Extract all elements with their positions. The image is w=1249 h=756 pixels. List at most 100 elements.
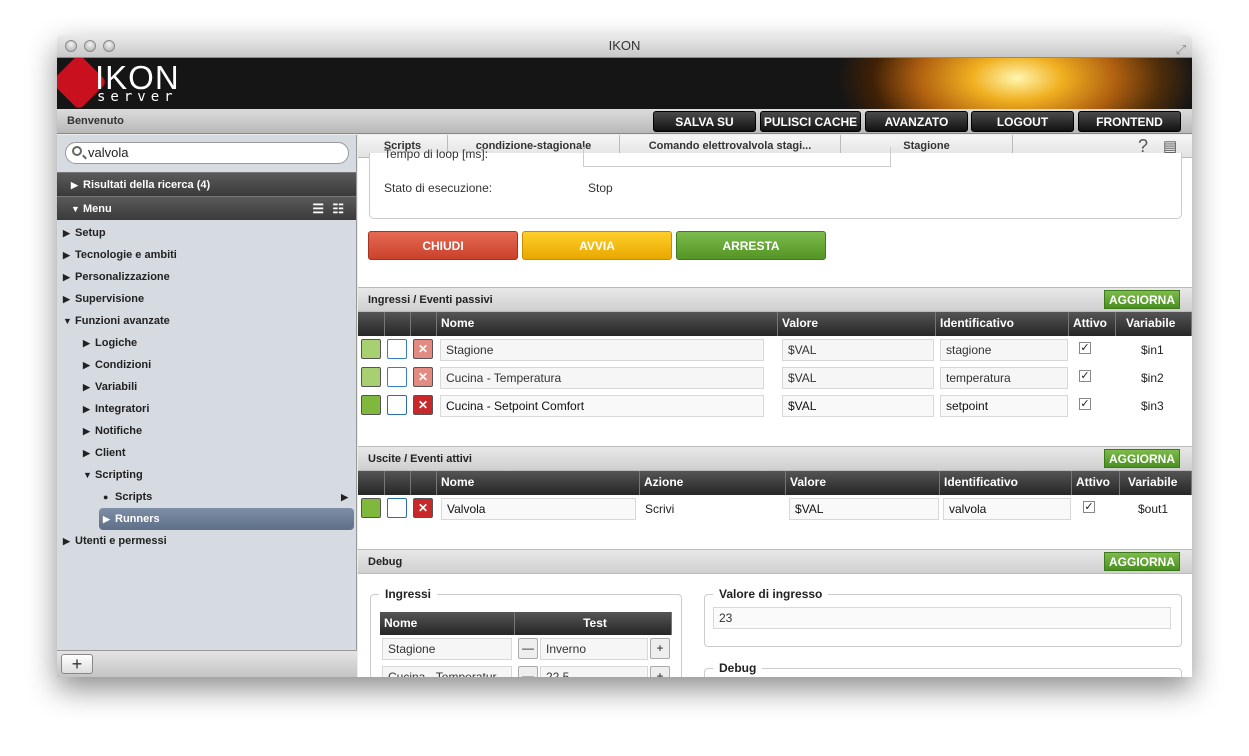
inputs-section-header: Ingressi / Eventi passivi AGGIORNA bbox=[358, 287, 1192, 312]
debug-refresh-button[interactable]: AGGIORNA bbox=[1104, 552, 1180, 571]
minus-button[interactable]: — bbox=[518, 638, 538, 659]
zoom-window-button[interactable] bbox=[103, 40, 115, 52]
input-value-field[interactable]: $VAL bbox=[782, 395, 934, 417]
list-icon[interactable] bbox=[387, 395, 407, 415]
sidebar-item-tecnologie[interactable]: ▶ Tecnologie e ambiti bbox=[57, 244, 356, 266]
start-button[interactable]: AVVIA bbox=[522, 231, 672, 260]
main-content: Scripts condizione-stagionale Comando el… bbox=[358, 135, 1192, 677]
plus-button[interactable]: + bbox=[650, 666, 670, 677]
advanced-button[interactable]: AVANZATO bbox=[865, 111, 968, 132]
edit-icon[interactable] bbox=[361, 339, 381, 359]
active-checkbox[interactable]: ✓ bbox=[1079, 398, 1091, 410]
debug-name-field: Cucina - Temperatur bbox=[382, 666, 512, 677]
debug-output-fieldset: Debug bbox=[704, 661, 1182, 677]
search-input[interactable]: valvola bbox=[65, 142, 349, 164]
inputs-refresh-button[interactable]: AGGIORNA bbox=[1104, 290, 1180, 309]
edit-icon[interactable] bbox=[361, 367, 381, 387]
delete-icon[interactable]: ✕ bbox=[413, 395, 433, 415]
sidebar-item-runners[interactable]: ▶ Runners bbox=[99, 508, 354, 530]
sidebar-item-condizioni[interactable]: ▶ Condizioni bbox=[57, 354, 356, 376]
menu-tree: ▶ Setup ▶ Tecnologie e ambiti ▶ Personalizz… bbox=[57, 220, 356, 552]
logout-button[interactable]: LOGOUT bbox=[971, 111, 1074, 132]
sidebar: valvola ▶ Risultati della ricerca (4) ▼ Me… bbox=[57, 135, 357, 677]
close-button[interactable]: CHIUDI bbox=[368, 231, 518, 260]
input-name-field[interactable]: Stagione bbox=[440, 339, 764, 361]
col-variabile: Variabile bbox=[1116, 312, 1192, 336]
output-name-field[interactable]: Valvola bbox=[441, 498, 636, 520]
input-value-field[interactable]: $VAL bbox=[782, 367, 934, 389]
table-row: ✕ Cucina - Setpoint Comfort $VAL setpoin… bbox=[358, 392, 1192, 420]
variable-label: $in2 bbox=[1141, 371, 1164, 385]
arrow-right-icon: ▶ bbox=[341, 492, 348, 502]
col-nome: Nome bbox=[437, 312, 778, 336]
edit-icon[interactable] bbox=[361, 395, 381, 415]
col-identificativo: Identificativo bbox=[936, 312, 1069, 336]
input-id-field[interactable]: stagione bbox=[940, 339, 1068, 361]
sidebar-item-scripting[interactable]: ▼ Scripting bbox=[57, 464, 356, 486]
col-attivo: Attivo bbox=[1072, 471, 1120, 495]
output-value-field[interactable]: $VAL bbox=[789, 498, 939, 520]
debug-name-field: Stagione bbox=[382, 638, 512, 660]
col-variabile: Variabile bbox=[1120, 471, 1192, 495]
search-icon bbox=[72, 146, 82, 156]
close-window-button[interactable] bbox=[65, 40, 77, 52]
input-name-field[interactable]: Cucina - Temperatura bbox=[440, 367, 764, 389]
clear-cache-button[interactable]: PULISCI CACHE bbox=[760, 111, 861, 132]
active-checkbox[interactable]: ✓ bbox=[1083, 501, 1095, 513]
input-id-field[interactable]: temperatura bbox=[940, 367, 1068, 389]
edit-icon[interactable] bbox=[361, 498, 381, 518]
sidebar-item-client[interactable]: ▶ Client bbox=[57, 442, 356, 464]
sidebar-item-integratori[interactable]: ▶ Integratori bbox=[57, 398, 356, 420]
sidebar-item-variabili[interactable]: ▶ Variabili bbox=[57, 376, 356, 398]
loop-label: Tempo di loop [ms]: bbox=[384, 147, 489, 161]
list-icon[interactable] bbox=[387, 339, 407, 359]
menu-header[interactable]: ▼ Menu ☰ ☷ bbox=[57, 196, 356, 220]
input-value-field[interactable]: $VAL bbox=[782, 339, 934, 361]
sidebar-item-supervisione[interactable]: ▶ Supervisione bbox=[57, 288, 356, 310]
output-action-select[interactable]: Scrivi bbox=[645, 495, 674, 523]
delete-icon[interactable]: ✕ bbox=[413, 498, 433, 518]
delete-icon[interactable]: ✕ bbox=[413, 339, 433, 359]
triangle-down-icon: ▼ bbox=[71, 204, 80, 214]
sidebar-item-logiche[interactable]: ▶ Logiche bbox=[57, 332, 356, 354]
sidebar-item-personalizzazione[interactable]: ▶ Personalizzazione bbox=[57, 266, 356, 288]
sidebar-item-utenti[interactable]: ▶ Utenti e permessi bbox=[57, 530, 356, 552]
debug-output-legend: Debug bbox=[719, 661, 757, 675]
delete-icon[interactable]: ✕ bbox=[413, 367, 433, 387]
outputs-section-header: Uscite / Eventi attivi AGGIORNA bbox=[358, 446, 1192, 471]
collapse-all-icon[interactable]: ☷ bbox=[332, 197, 344, 221]
minus-button[interactable]: — bbox=[518, 666, 538, 677]
input-id-field[interactable]: setpoint bbox=[940, 395, 1068, 417]
search-results-header[interactable]: ▶ Risultati della ricerca (4) bbox=[57, 172, 356, 196]
variable-label: $in1 bbox=[1141, 343, 1164, 357]
input-value-fieldset: Valore di ingresso 23 bbox=[704, 587, 1182, 647]
active-checkbox[interactable]: ✓ bbox=[1079, 342, 1091, 354]
sidebar-item-runners-row[interactable]: ▶ Runners bbox=[57, 508, 356, 530]
input-name-field[interactable]: Cucina - Setpoint Comfort bbox=[440, 395, 764, 417]
add-button[interactable]: + bbox=[61, 654, 93, 674]
sidebar-item-setup[interactable]: ▶ Setup bbox=[57, 222, 356, 244]
output-id-field[interactable]: valvola bbox=[943, 498, 1071, 520]
input-value-legend: Valore di ingresso bbox=[719, 587, 823, 601]
col-attivo: Attivo bbox=[1069, 312, 1116, 336]
expand-all-icon[interactable]: ☰ bbox=[312, 197, 324, 221]
debug-section-title: Debug bbox=[368, 556, 403, 568]
debug-test-field[interactable]: 22.5 bbox=[540, 666, 648, 677]
save-flash-button[interactable]: SALVA SU FLASH bbox=[653, 111, 756, 150]
sidebar-item-scripts[interactable]: ● Scripts ▶ bbox=[57, 486, 356, 508]
list-icon[interactable] bbox=[387, 498, 407, 518]
active-checkbox[interactable]: ✓ bbox=[1079, 370, 1091, 382]
input-value-field[interactable]: 23 bbox=[713, 607, 1171, 629]
stop-button[interactable]: ARRESTA bbox=[676, 231, 826, 260]
plus-button[interactable]: + bbox=[650, 638, 670, 659]
triangle-right-icon: ▶ bbox=[71, 180, 78, 190]
list-icon[interactable] bbox=[387, 367, 407, 387]
sidebar-item-funzioni-avanzate[interactable]: ▼ Funzioni avanzate bbox=[57, 310, 356, 332]
frontend-button[interactable]: FRONTEND bbox=[1078, 111, 1181, 132]
loop-input[interactable] bbox=[583, 147, 891, 167]
outputs-refresh-button[interactable]: AGGIORNA bbox=[1104, 449, 1180, 468]
sidebar-item-notifiche[interactable]: ▶ Notifiche bbox=[57, 420, 356, 442]
top-toolbar: Benvenuto SALVA SU FLASH PULISCI CACHE A… bbox=[57, 109, 1192, 150]
minimize-window-button[interactable] bbox=[84, 40, 96, 52]
debug-test-field[interactable]: Inverno bbox=[540, 638, 648, 660]
